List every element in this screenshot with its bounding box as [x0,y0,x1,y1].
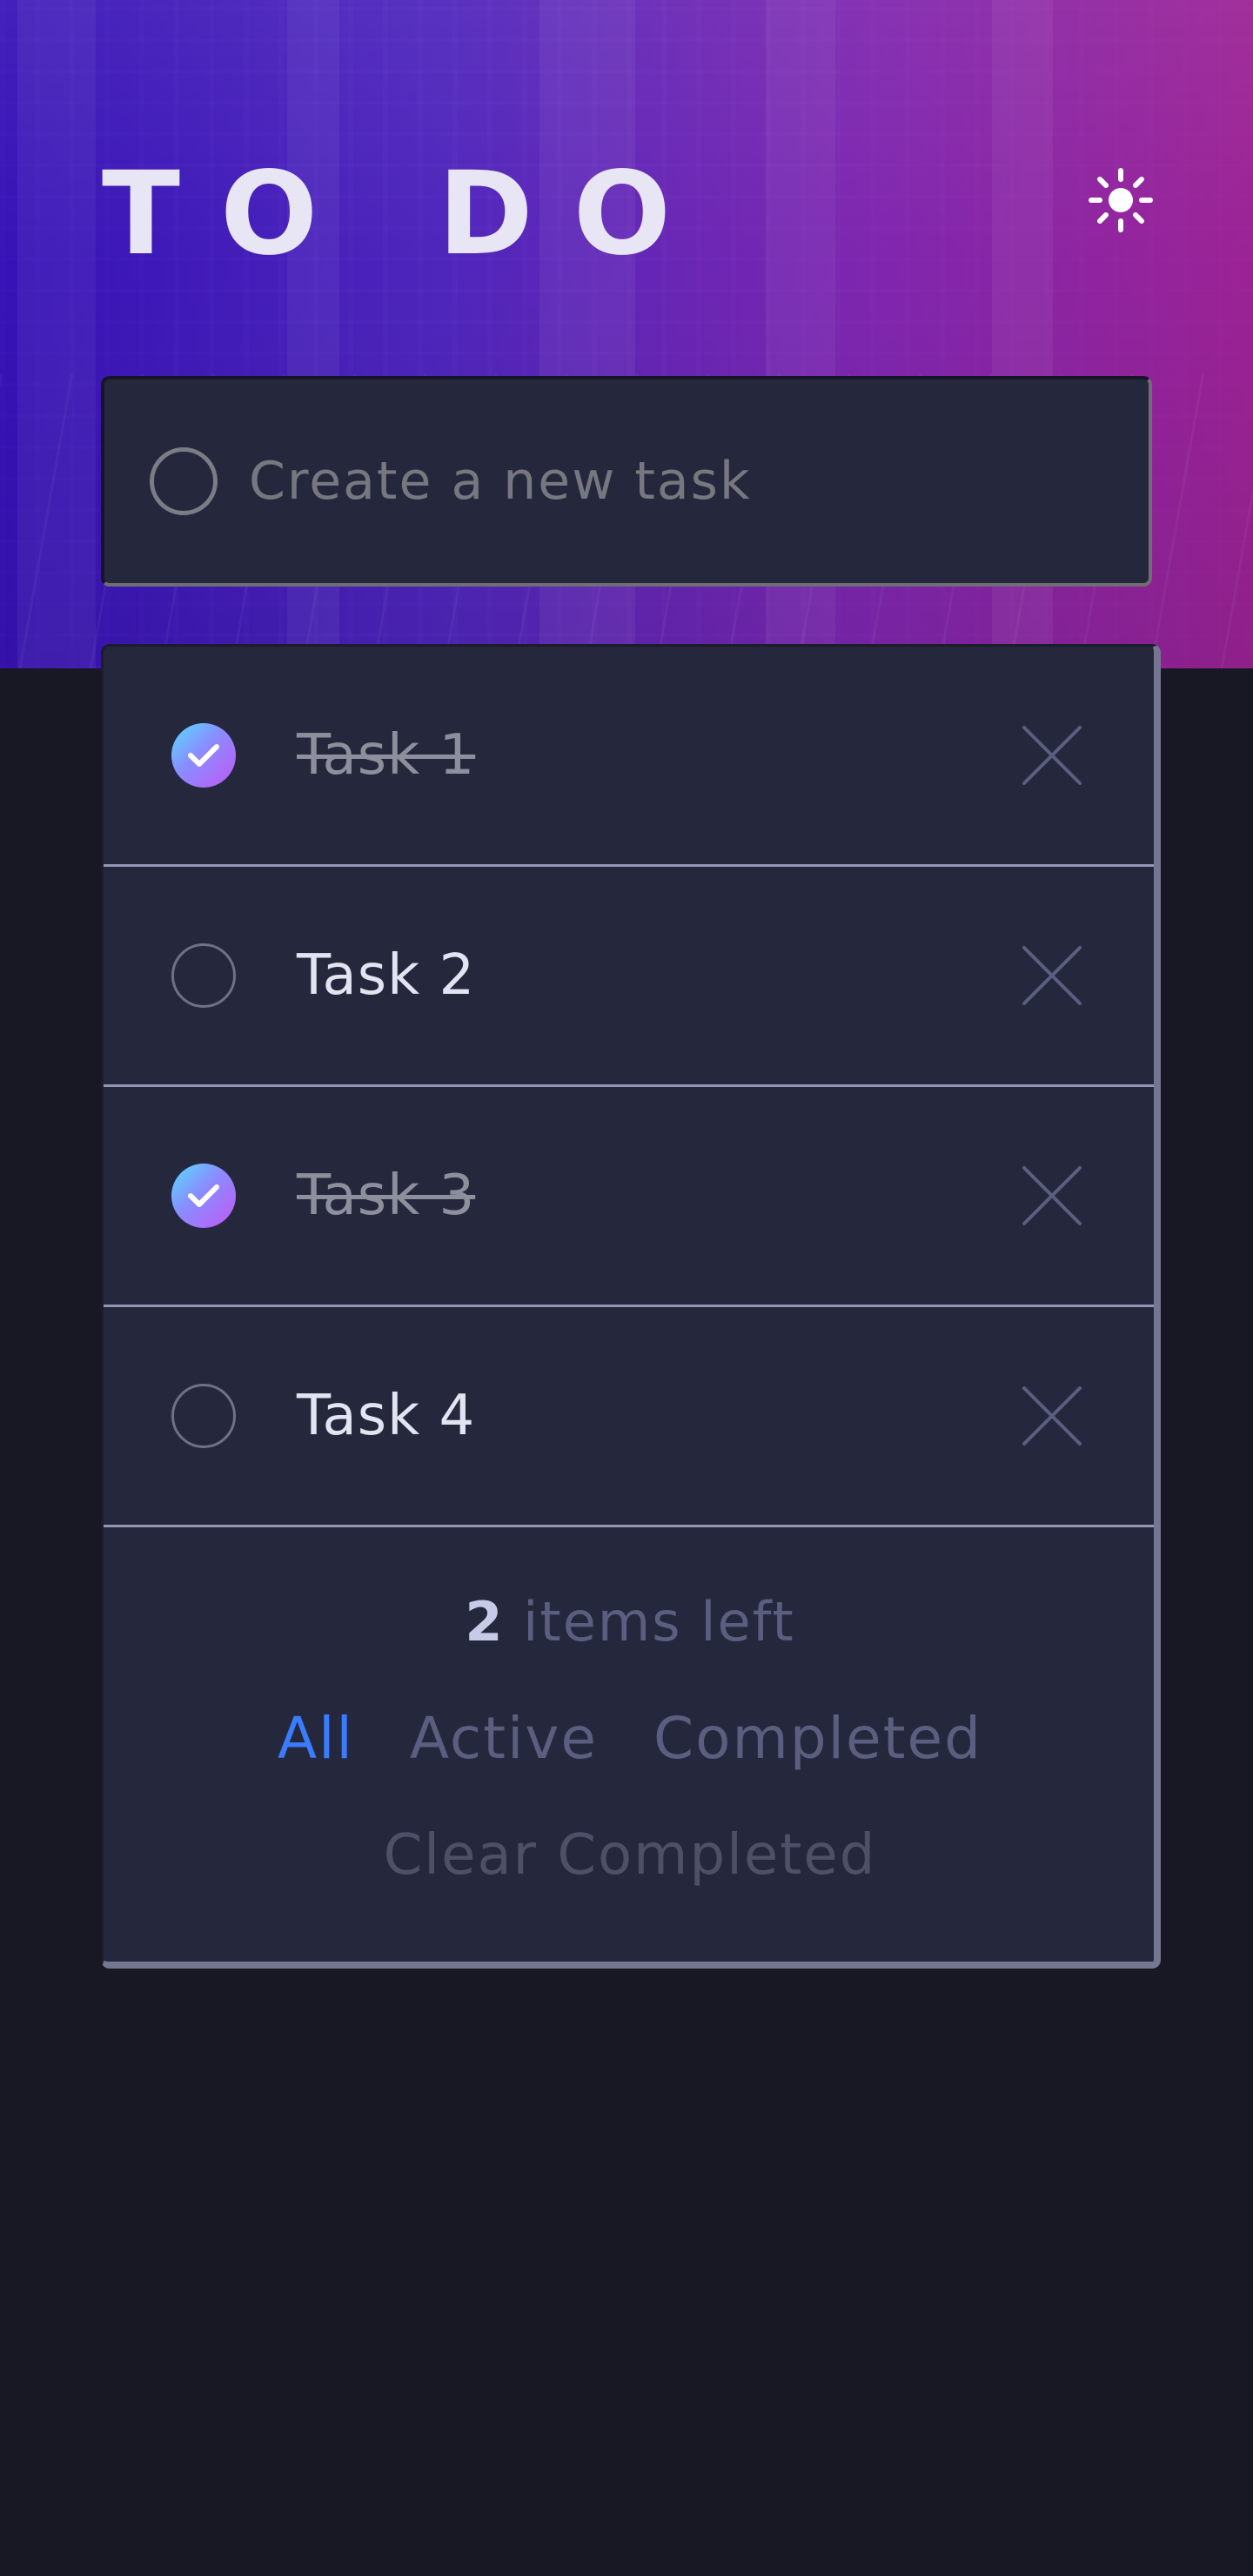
task-row: Task 3 [104,1087,1154,1307]
check-icon [188,744,219,767]
new-task-bar [101,376,1152,587]
delete-task-button[interactable] [1021,944,1083,1007]
close-icon [1022,1386,1082,1446]
filter-all[interactable]: All [278,1705,354,1772]
list-footer: 2 items left All Active Completed Clear … [104,1527,1154,1962]
items-left-count: 2 [465,1590,505,1654]
delete-task-button[interactable] [1021,724,1083,787]
close-icon [1022,946,1082,1005]
task-row: Task 2 [104,867,1154,1087]
task-label: Task 3 [297,1164,476,1228]
task-list: Task 1 Task 2 Task 3 Task 4 2 items left Al… [101,644,1161,1969]
task-row: Task 4 [104,1307,1154,1527]
theme-toggle-button[interactable] [1088,167,1154,233]
page-title: TO DO [102,147,711,281]
task-checkbox[interactable] [171,1164,236,1228]
sun-icon [1089,168,1153,232]
close-icon [1022,726,1082,785]
items-left-label: items left [523,1590,795,1654]
task-checkbox[interactable] [171,723,236,788]
delete-task-button[interactable] [1021,1164,1083,1227]
task-checkbox[interactable] [171,1384,236,1448]
new-task-circle-icon[interactable] [150,447,218,515]
task-label: Task 2 [297,943,476,1008]
check-icon [188,1184,219,1207]
filter-active[interactable]: Active [410,1705,598,1772]
filter-completed[interactable]: Completed [653,1705,982,1772]
task-row: Task 1 [104,647,1154,867]
clear-completed-button[interactable]: Clear Completed [104,1823,1154,1888]
task-label: Task 1 [297,723,476,788]
delete-task-button[interactable] [1021,1385,1083,1447]
task-label: Task 4 [297,1384,476,1448]
task-checkbox[interactable] [171,943,236,1008]
items-left-counter: 2 items left [104,1590,1154,1654]
new-task-input[interactable] [249,451,1075,512]
close-icon [1022,1166,1082,1225]
filter-bar: All Active Completed [104,1705,1154,1772]
